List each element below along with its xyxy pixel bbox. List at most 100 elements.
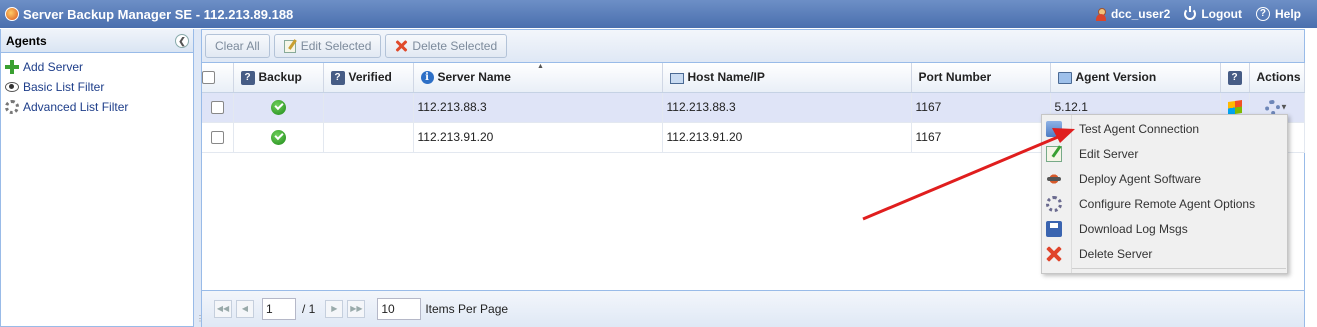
logout-label: Logout xyxy=(1201,7,1242,21)
app-logo-icon xyxy=(5,7,19,21)
port-cell: 1167 xyxy=(911,92,1051,123)
column-label-backup: Backup xyxy=(258,69,302,84)
check-ok-icon xyxy=(270,129,286,145)
monitor-icon xyxy=(1057,72,1072,85)
actions-context-menu: Test Agent Connection Edit Server Deploy… xyxy=(1041,114,1288,274)
help-label: Help xyxy=(1274,7,1301,21)
column-header-host[interactable]: Host Name/IP xyxy=(662,63,912,93)
advanced-list-filter-label: Advanced List Filter xyxy=(23,100,129,114)
table-header-row: ? Backup ? Verified i Server Name Host Name… xyxy=(202,63,1305,93)
help-link[interactable]: ? Help xyxy=(1255,7,1301,21)
agents-action-list: Add Server Basic List Filter Advanced Li… xyxy=(1,53,193,117)
backup-status-cell xyxy=(233,92,324,123)
advanced-list-filter-link[interactable]: Advanced List Filter xyxy=(1,97,193,117)
prev-page-button[interactable]: ◀ xyxy=(236,300,254,318)
clear-all-label: Clear All xyxy=(215,39,260,53)
help-icon: ? xyxy=(1227,70,1242,85)
menu-item-label: Deploy Agent Software xyxy=(1079,171,1202,186)
add-server-label: Add Server xyxy=(23,60,84,74)
title-bar: Server Backup Manager SE - 112.213.89.18… xyxy=(0,0,1317,28)
host-cell: 112.213.91.20 xyxy=(662,122,912,153)
next-page-button[interactable]: ▶ xyxy=(325,300,344,318)
row-checkbox[interactable] xyxy=(210,131,224,145)
username: dcc_user2 xyxy=(1110,7,1171,21)
delete-icon xyxy=(1046,246,1062,262)
grid-toolbar: Clear All Edit Selected Delete Selected xyxy=(202,30,1304,63)
paging-toolbar: ◀◀ ◀ 1 / 1 ▶ ▶▶ 10 Items Per Page xyxy=(202,290,1304,327)
column-label-actions: Actions xyxy=(1256,70,1301,85)
column-header-backup[interactable]: ? Backup xyxy=(233,63,324,93)
column-label-server-name: Server Name xyxy=(437,70,511,85)
column-label-host: Host Name/IP xyxy=(687,70,765,85)
sort-ascending-icon: ▲ xyxy=(537,63,544,70)
items-per-page-label: Items Per Page xyxy=(425,302,509,316)
backup-status-cell xyxy=(233,122,324,153)
panel-splitter[interactable]: ⋮ xyxy=(194,29,204,327)
logout-link[interactable]: Logout xyxy=(1184,6,1242,21)
last-page-button[interactable]: ▶▶ xyxy=(347,300,366,318)
menu-item-label: Test Agent Connection xyxy=(1079,121,1200,136)
menu-separator xyxy=(1072,268,1286,269)
column-header-agent-version[interactable]: Agent Version xyxy=(1050,63,1221,93)
row-select-cell[interactable] xyxy=(202,122,234,153)
server-name-cell: 112.213.88.3 xyxy=(413,92,663,123)
page-count-label: / 1 xyxy=(302,302,316,316)
delete-selected-button[interactable]: Delete Selected xyxy=(385,34,508,58)
delete-selected-label: Delete Selected xyxy=(412,39,498,53)
chevron-down-icon[interactable]: ▼ xyxy=(1280,103,1288,112)
column-header-port[interactable]: Port Number xyxy=(911,63,1051,93)
column-label-port: Port Number xyxy=(918,70,992,85)
agents-panel-header: Agents ❮ xyxy=(1,29,193,53)
verified-cell xyxy=(323,122,414,153)
menu-item-edit-server[interactable]: Edit Server xyxy=(1042,141,1287,166)
configure-icon xyxy=(1046,195,1062,212)
edit-selected-button[interactable]: Edit Selected xyxy=(273,34,382,58)
menu-item-label: Edit Server xyxy=(1079,146,1139,161)
menu-item-deploy-agent-software[interactable]: Deploy Agent Software xyxy=(1042,166,1287,191)
check-ok-icon xyxy=(270,99,286,115)
first-page-button[interactable]: ◀◀ xyxy=(214,300,232,318)
eye-icon xyxy=(5,82,19,92)
agents-panel: Agents ❮ Add Server Basic List Filter Ad… xyxy=(0,29,194,327)
add-server-link[interactable]: Add Server xyxy=(1,57,193,77)
column-header-verified[interactable]: ? Verified xyxy=(323,63,414,93)
column-header-os[interactable]: ? xyxy=(1220,63,1250,93)
row-checkbox[interactable] xyxy=(210,101,224,115)
column-header-actions: Actions xyxy=(1249,63,1305,93)
add-icon xyxy=(5,60,19,74)
help-icon: ? xyxy=(1255,7,1270,21)
logout-icon xyxy=(1184,6,1197,20)
select-all-header[interactable] xyxy=(202,63,234,93)
page-size-input[interactable]: 10 xyxy=(377,298,422,320)
chevron-left-icon[interactable]: ❮ xyxy=(175,33,189,48)
save-icon xyxy=(1046,220,1062,237)
app-title: Server Backup Manager SE - 112.213.89.18… xyxy=(23,6,294,22)
host-icon xyxy=(669,72,684,84)
menu-item-download-log-msgs[interactable]: Download Log Msgs xyxy=(1042,216,1287,241)
port-cell: 1167 xyxy=(911,122,1051,153)
select-all-checkbox[interactable] xyxy=(202,71,215,85)
menu-item-test-agent-connection[interactable]: Test Agent Connection xyxy=(1042,116,1287,141)
page-number-input[interactable]: 1 xyxy=(262,298,296,320)
edit-icon xyxy=(1046,145,1062,162)
menu-item-delete-server[interactable]: Delete Server xyxy=(1042,241,1287,266)
menu-item-label: Delete Server xyxy=(1079,246,1153,261)
edit-selected-label: Edit Selected xyxy=(300,39,372,53)
column-label-agent-version: Agent Version xyxy=(1075,70,1157,85)
user-menu[interactable]: dcc_user2 xyxy=(1095,7,1170,21)
row-select-cell[interactable] xyxy=(202,92,234,123)
menu-item-configure-remote-agent-options[interactable]: Configure Remote Agent Options xyxy=(1042,191,1287,216)
verified-cell xyxy=(323,92,414,123)
delete-icon xyxy=(395,40,407,52)
clear-all-button[interactable]: Clear All xyxy=(205,34,270,58)
basic-list-filter-label: Basic List Filter xyxy=(23,80,105,94)
basic-list-filter-link[interactable]: Basic List Filter xyxy=(1,77,193,97)
gears-icon xyxy=(5,100,19,114)
user-icon xyxy=(1095,7,1107,21)
info-icon: i xyxy=(420,71,434,85)
menu-item-label: Configure Remote Agent Options xyxy=(1079,196,1256,211)
help-icon: ? xyxy=(330,70,345,85)
windows-icon xyxy=(1227,100,1242,116)
gear-icon[interactable] xyxy=(1265,99,1281,115)
deploy-icon xyxy=(1046,170,1062,187)
